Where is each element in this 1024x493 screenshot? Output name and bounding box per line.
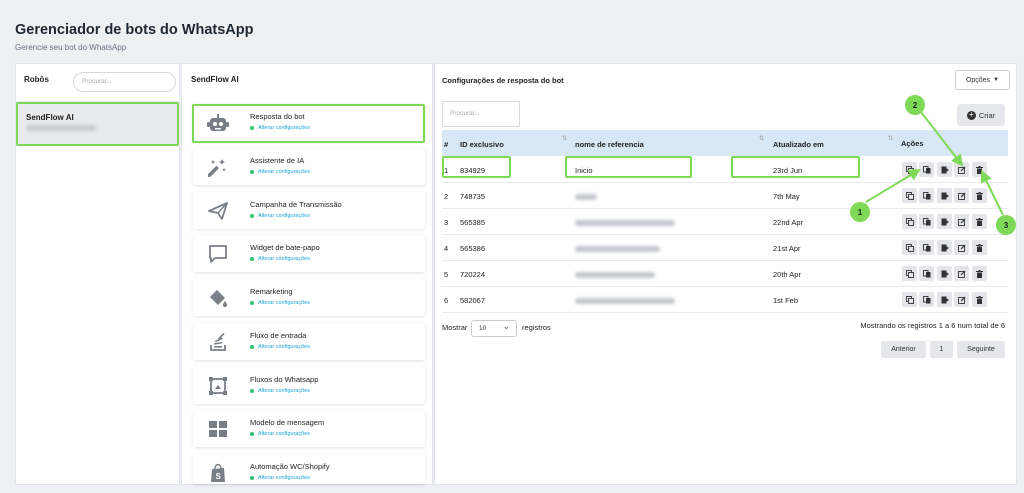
callout-1: 1 [850, 202, 870, 222]
callout-arrows [865, 111, 1004, 216]
page: Gerenciador de bots do WhatsApp Gerencie… [0, 0, 1024, 493]
arrow-1 [865, 168, 921, 203]
callout-3: 3 [996, 215, 1016, 235]
arrow-2 [920, 111, 964, 167]
callout-2: 2 [905, 95, 925, 115]
arrow-3 [980, 170, 1004, 216]
